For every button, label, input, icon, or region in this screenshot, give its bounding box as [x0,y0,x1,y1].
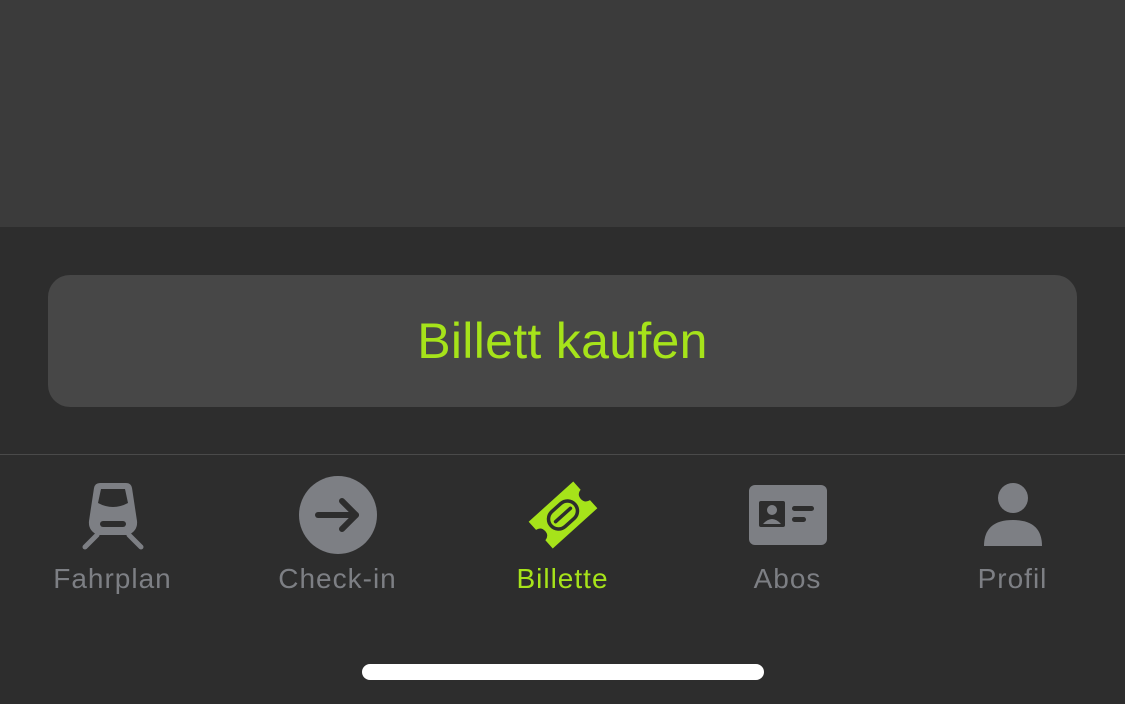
buy-ticket-button[interactable]: Billett kaufen [48,275,1077,407]
person-icon [963,475,1063,555]
tab-label: Fahrplan [53,563,172,594]
tab-check-in[interactable]: Check-in [225,455,450,635]
buy-ticket-label: Billett kaufen [417,313,708,369]
tab-bar: Fahrplan Check-in Billette Abos Profil [0,455,1125,635]
train-icon [63,475,163,555]
id-card-icon [738,475,838,555]
app-screen: Billett kaufen Fahrplan Check-in Billett… [0,0,1125,704]
arrow-right-circle-icon [288,475,388,555]
tab-label: Billette [516,563,609,594]
tab-label: Check-in [278,563,397,594]
tab-abos[interactable]: Abos [675,455,900,635]
tab-profil[interactable]: Profil [900,455,1125,635]
ticket-icon [513,475,613,555]
tab-fahrplan[interactable]: Fahrplan [0,455,225,635]
tab-label: Profil [977,563,1048,594]
tab-label: Abos [753,563,822,594]
home-indicator[interactable] [362,664,764,680]
tab-billette[interactable]: Billette [450,455,675,635]
content-area [0,0,1125,227]
